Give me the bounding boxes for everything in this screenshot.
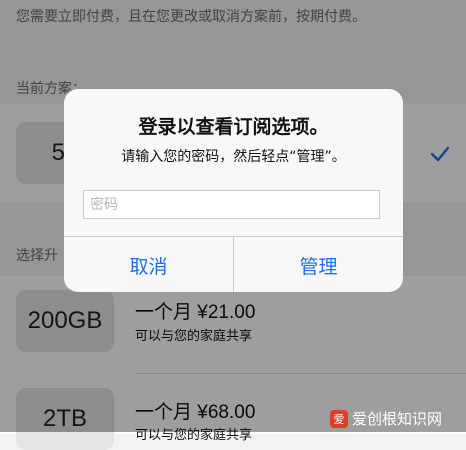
alert-button-row: 取消 管理 — [64, 236, 403, 292]
watermark: 爱 爱创根知识网 — [330, 405, 466, 432]
watermark-text: 爱创根知识网 — [352, 410, 443, 428]
cancel-button[interactable]: 取消 — [64, 237, 233, 292]
password-input[interactable] — [83, 190, 380, 219]
alert-title: 登录以查看订阅选项。 — [138, 116, 329, 138]
alert-message: 请输入您的密码，然后轻点“管理”。 — [121, 149, 346, 165]
sign-in-alert: 登录以查看订阅选项。 请输入您的密码，然后轻点“管理”。 取消 管理 — [64, 89, 403, 292]
manage-button[interactable]: 管理 — [233, 237, 403, 292]
watermark-logo-icon: 爱 — [330, 409, 348, 428]
